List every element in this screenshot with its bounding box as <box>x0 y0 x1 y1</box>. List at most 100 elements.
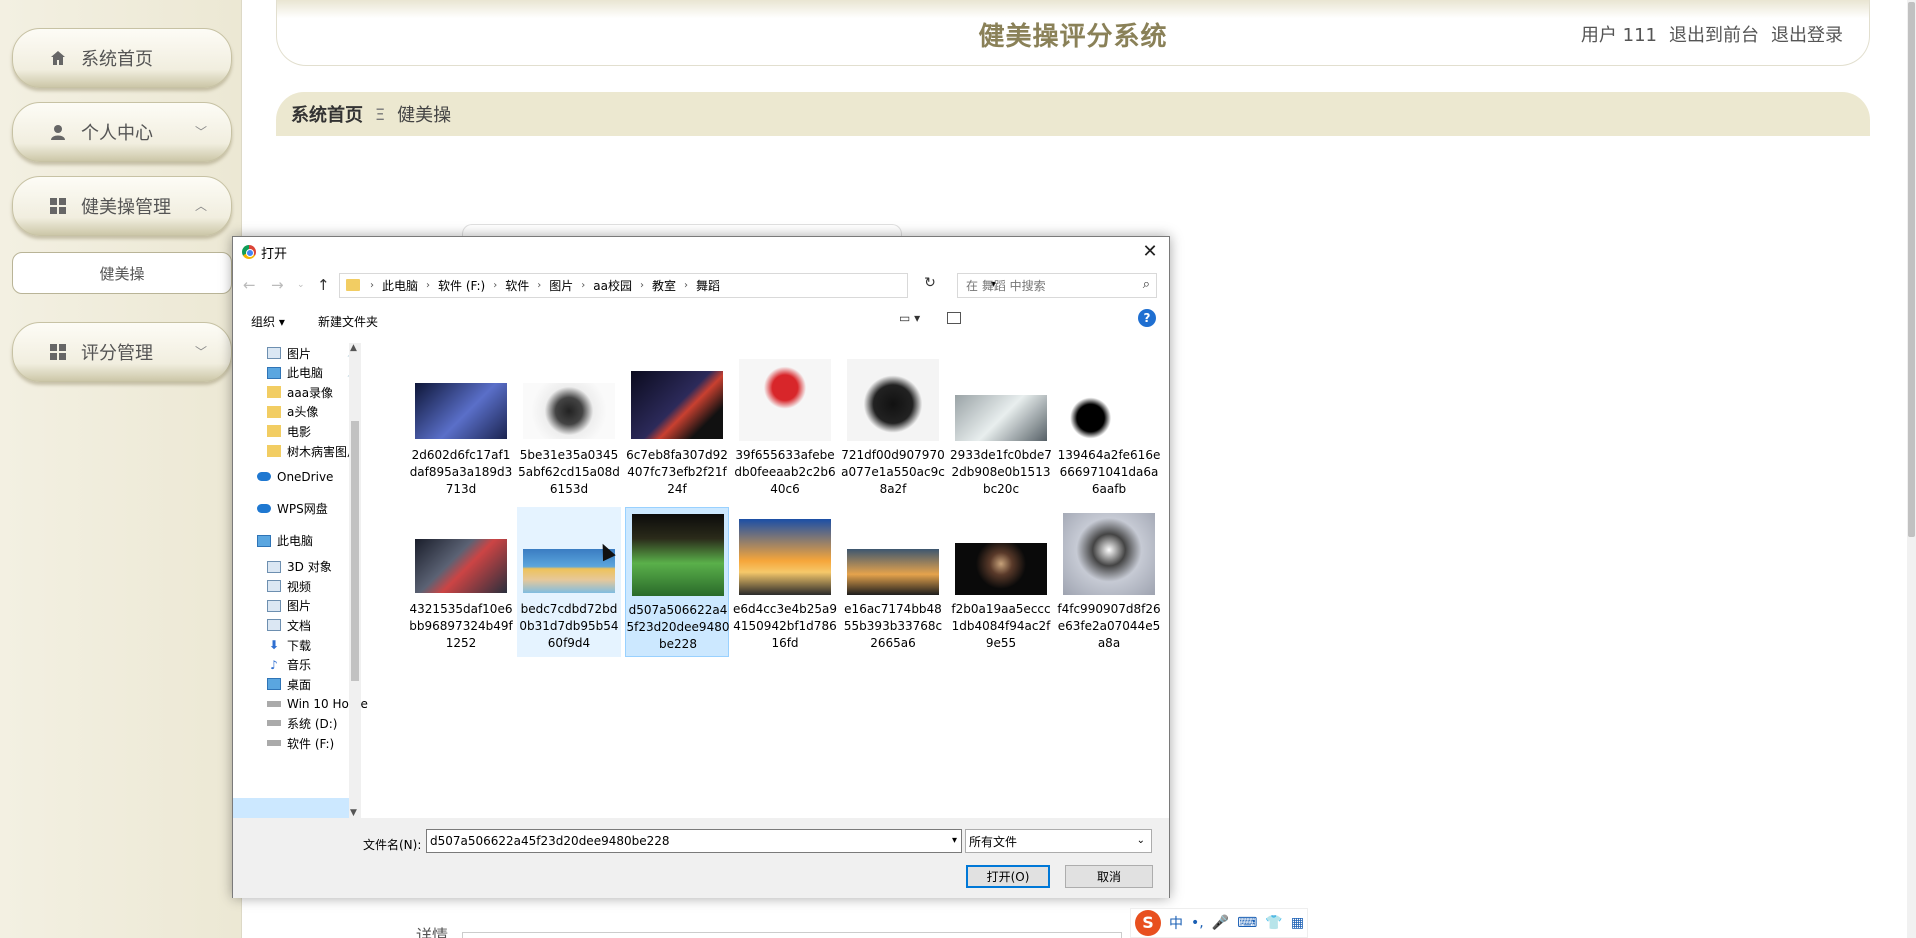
sidebar-item-aerobics[interactable]: 健美操管理 ︿ <box>12 176 232 236</box>
refresh-icon[interactable]: ↻ <box>920 275 940 291</box>
back-to-front-link[interactable]: 退出到前台 <box>1669 21 1759 47</box>
file-item[interactable]: d507a506622a45f23d20dee9480be228 <box>625 507 729 657</box>
user-label: 用户 111 <box>1580 25 1657 46</box>
dialog-titlebar[interactable]: 打开 ✕ <box>233 237 1169 267</box>
back-arrow-icon[interactable]: ← <box>243 276 256 294</box>
up-arrow-icon[interactable]: ↑ <box>317 276 330 294</box>
address-row: ← → ⌄ ↑ › 此电脑 › 软件 (F:) › 软件 › 图片 › aa校园 › 教室… <box>233 271 1169 301</box>
ime-mode[interactable]: 中 <box>1169 913 1183 933</box>
address-bar[interactable]: › 此电脑 › 软件 (F:) › 软件 › 图片 › aa校园 › 教室 › 舞蹈 ▾ <box>339 273 996 298</box>
sidebar-item-home[interactable]: 系统首页 <box>12 28 232 88</box>
file-item[interactable]: 2d602d6fc17af1daf895a3a189d3713d <box>409 353 513 503</box>
file-item[interactable]: 39f655633afebedb0feeaab2c2b640c6 <box>733 353 837 503</box>
file-thumbnail <box>955 395 1047 441</box>
scroll-down-icon[interactable]: ▼ <box>350 808 357 818</box>
forward-arrow-icon[interactable]: → <box>271 276 284 294</box>
chevron-right-icon: › <box>426 280 431 291</box>
search-placeholder: 在 舞蹈 中搜索 <box>966 279 1046 293</box>
close-icon[interactable]: ✕ <box>1139 241 1161 263</box>
sidebar-item-personal[interactable]: 个人中心 ﹀ <box>12 102 232 162</box>
preview-pane-icon[interactable] <box>947 312 961 324</box>
filename-input[interactable]: d507a506622a45f23d20dee9480be228 ▾ <box>426 829 962 853</box>
path-crumb[interactable]: 图片 <box>549 277 573 294</box>
nav-item[interactable]: ⬇ 下载 <box>267 635 311 655</box>
nav-item[interactable]: 树木病害图片 <box>267 441 359 461</box>
navigation-scrollbar-thumb[interactable] <box>351 421 359 681</box>
search-input[interactable]: 在 舞蹈 中搜索 ⌕ <box>957 273 1157 298</box>
drive-icon <box>267 740 281 746</box>
help-icon[interactable]: ? <box>1138 309 1156 327</box>
nav-item[interactable]: 软件 (F:) <box>267 733 334 753</box>
nav-item[interactable]: ♪ 音乐 <box>267 655 311 675</box>
recent-chevron-icon[interactable]: ⌄ <box>297 280 305 290</box>
drive-icon <box>267 720 281 727</box>
logout-link[interactable]: 退出登录 <box>1771 21 1843 47</box>
path-crumb[interactable]: 舞蹈 <box>696 277 720 294</box>
img-icon <box>267 599 281 612</box>
organize-button[interactable]: 组织 ▾ <box>251 313 285 330</box>
folder-icon <box>267 405 281 418</box>
filename-label: 文件名(N): <box>363 838 422 852</box>
page-scrollbar[interactable] <box>1907 0 1916 938</box>
nav-item[interactable]: WPS网盘 <box>257 499 328 519</box>
file-item[interactable]: 721df00d907970a077e1a550ac9c8a2f <box>841 353 945 503</box>
file-item[interactable]: e16ac7174bb4855b393b33768c2665a6 <box>841 507 945 657</box>
file-item[interactable]: 139464a2fe616e666971041da6a6aafb <box>1057 353 1161 503</box>
filetype-select[interactable]: 所有文件 ⌄ <box>965 829 1152 853</box>
file-item[interactable]: 5be31e35a03455abf62cd15a08d6153d <box>517 353 621 503</box>
file-item[interactable]: e6d4cc3e4b25a94150942bf1d78616fd <box>733 507 837 657</box>
nav-item[interactable]: 视频 <box>267 576 311 596</box>
nav-item[interactable]: 此电脑📌 <box>267 363 358 383</box>
nav-item[interactable]: a头像 <box>267 402 318 422</box>
cancel-button[interactable]: 取消 <box>1065 865 1153 888</box>
scroll-up-icon[interactable]: ▲ <box>350 343 357 353</box>
breadcrumb-home[interactable]: 系统首页 <box>291 101 363 127</box>
path-crumb[interactable]: 教室 <box>652 277 676 294</box>
sogou-logo-icon[interactable]: S <box>1135 910 1161 936</box>
nav-item[interactable]: 图片 <box>267 596 311 616</box>
grid-icon <box>50 344 66 360</box>
page-scrollbar-thumb[interactable] <box>1908 2 1915 537</box>
nav-item-label: 软件 (F:) <box>287 736 335 751</box>
file-name: d507a506622a45f23d20dee9480be228 <box>626 603 730 651</box>
file-item[interactable]: bedc7cdbd72bd0b31d7db95b5460f9d4 <box>517 507 621 657</box>
detail-editor[interactable] <box>462 932 1122 938</box>
nav-item-label: 图片 <box>287 599 312 614</box>
toolbox-icon[interactable]: ▦ <box>1291 915 1304 931</box>
sidebar-subitem-aerobics[interactable]: 健美操 <box>12 252 232 294</box>
nav-item[interactable]: 3D 对象 <box>267 557 332 577</box>
chevron-down-icon[interactable]: ▾ <box>952 835 957 846</box>
cloud-icon <box>257 472 271 482</box>
file-item[interactable]: 6c7eb8fa307d92407fc73efb2f21f24f <box>625 353 729 503</box>
nav-item[interactable]: 图片📌 <box>267 343 358 363</box>
path-crumb[interactable]: 软件 (F:) <box>438 277 485 294</box>
open-button[interactable]: 打开(O) <box>966 865 1050 888</box>
img-icon <box>267 619 281 632</box>
chevron-right-icon: › <box>639 280 644 291</box>
nav-item[interactable]: OneDrive <box>257 467 333 487</box>
navigation-scrollbar[interactable]: ▲ ▼ <box>349 343 361 818</box>
skin-icon[interactable]: 👕 <box>1265 915 1282 931</box>
keyboard-icon[interactable]: ⌨ <box>1237 915 1257 931</box>
file-item[interactable]: 4321535daf10e6bb96897324b49f1252 <box>409 507 513 657</box>
path-crumb[interactable]: aa校园 <box>593 277 632 294</box>
file-item[interactable]: f4fc990907d8f26e63fe2a07044e5a8a <box>1057 507 1161 657</box>
path-crumb[interactable]: 此电脑 <box>382 277 418 294</box>
new-folder-button[interactable]: 新建文件夹 <box>318 313 378 330</box>
nav-item[interactable]: 此电脑 <box>257 531 313 551</box>
file-name: 139464a2fe616e666971041da6a6aafb <box>1057 448 1161 496</box>
nav-item[interactable]: 系统 (D:) <box>267 713 337 733</box>
microphone-icon[interactable]: 🎤 <box>1212 915 1229 931</box>
file-item[interactable]: 2933de1fc0bde72db908e0b1513bc20c <box>949 353 1053 503</box>
file-item[interactable]: f2b0a19aa5eccc1db4084f94ac2f9e55 <box>949 507 1053 657</box>
nav-item-label: 3D 对象 <box>287 560 332 575</box>
nav-item[interactable]: aaa录像 <box>267 382 333 402</box>
nav-item[interactable]: 文档 <box>267 615 311 635</box>
path-crumb[interactable]: 软件 <box>505 277 529 294</box>
file-thumbnail <box>847 549 939 595</box>
punctuation-icon[interactable]: •, <box>1191 915 1204 931</box>
sidebar-item-scoring[interactable]: 评分管理 ﹀ <box>12 322 232 382</box>
nav-item[interactable]: 电影 <box>267 421 311 441</box>
nav-item[interactable]: 桌面 <box>267 674 311 694</box>
view-options-icon[interactable]: ▭ ▾ <box>899 311 920 325</box>
